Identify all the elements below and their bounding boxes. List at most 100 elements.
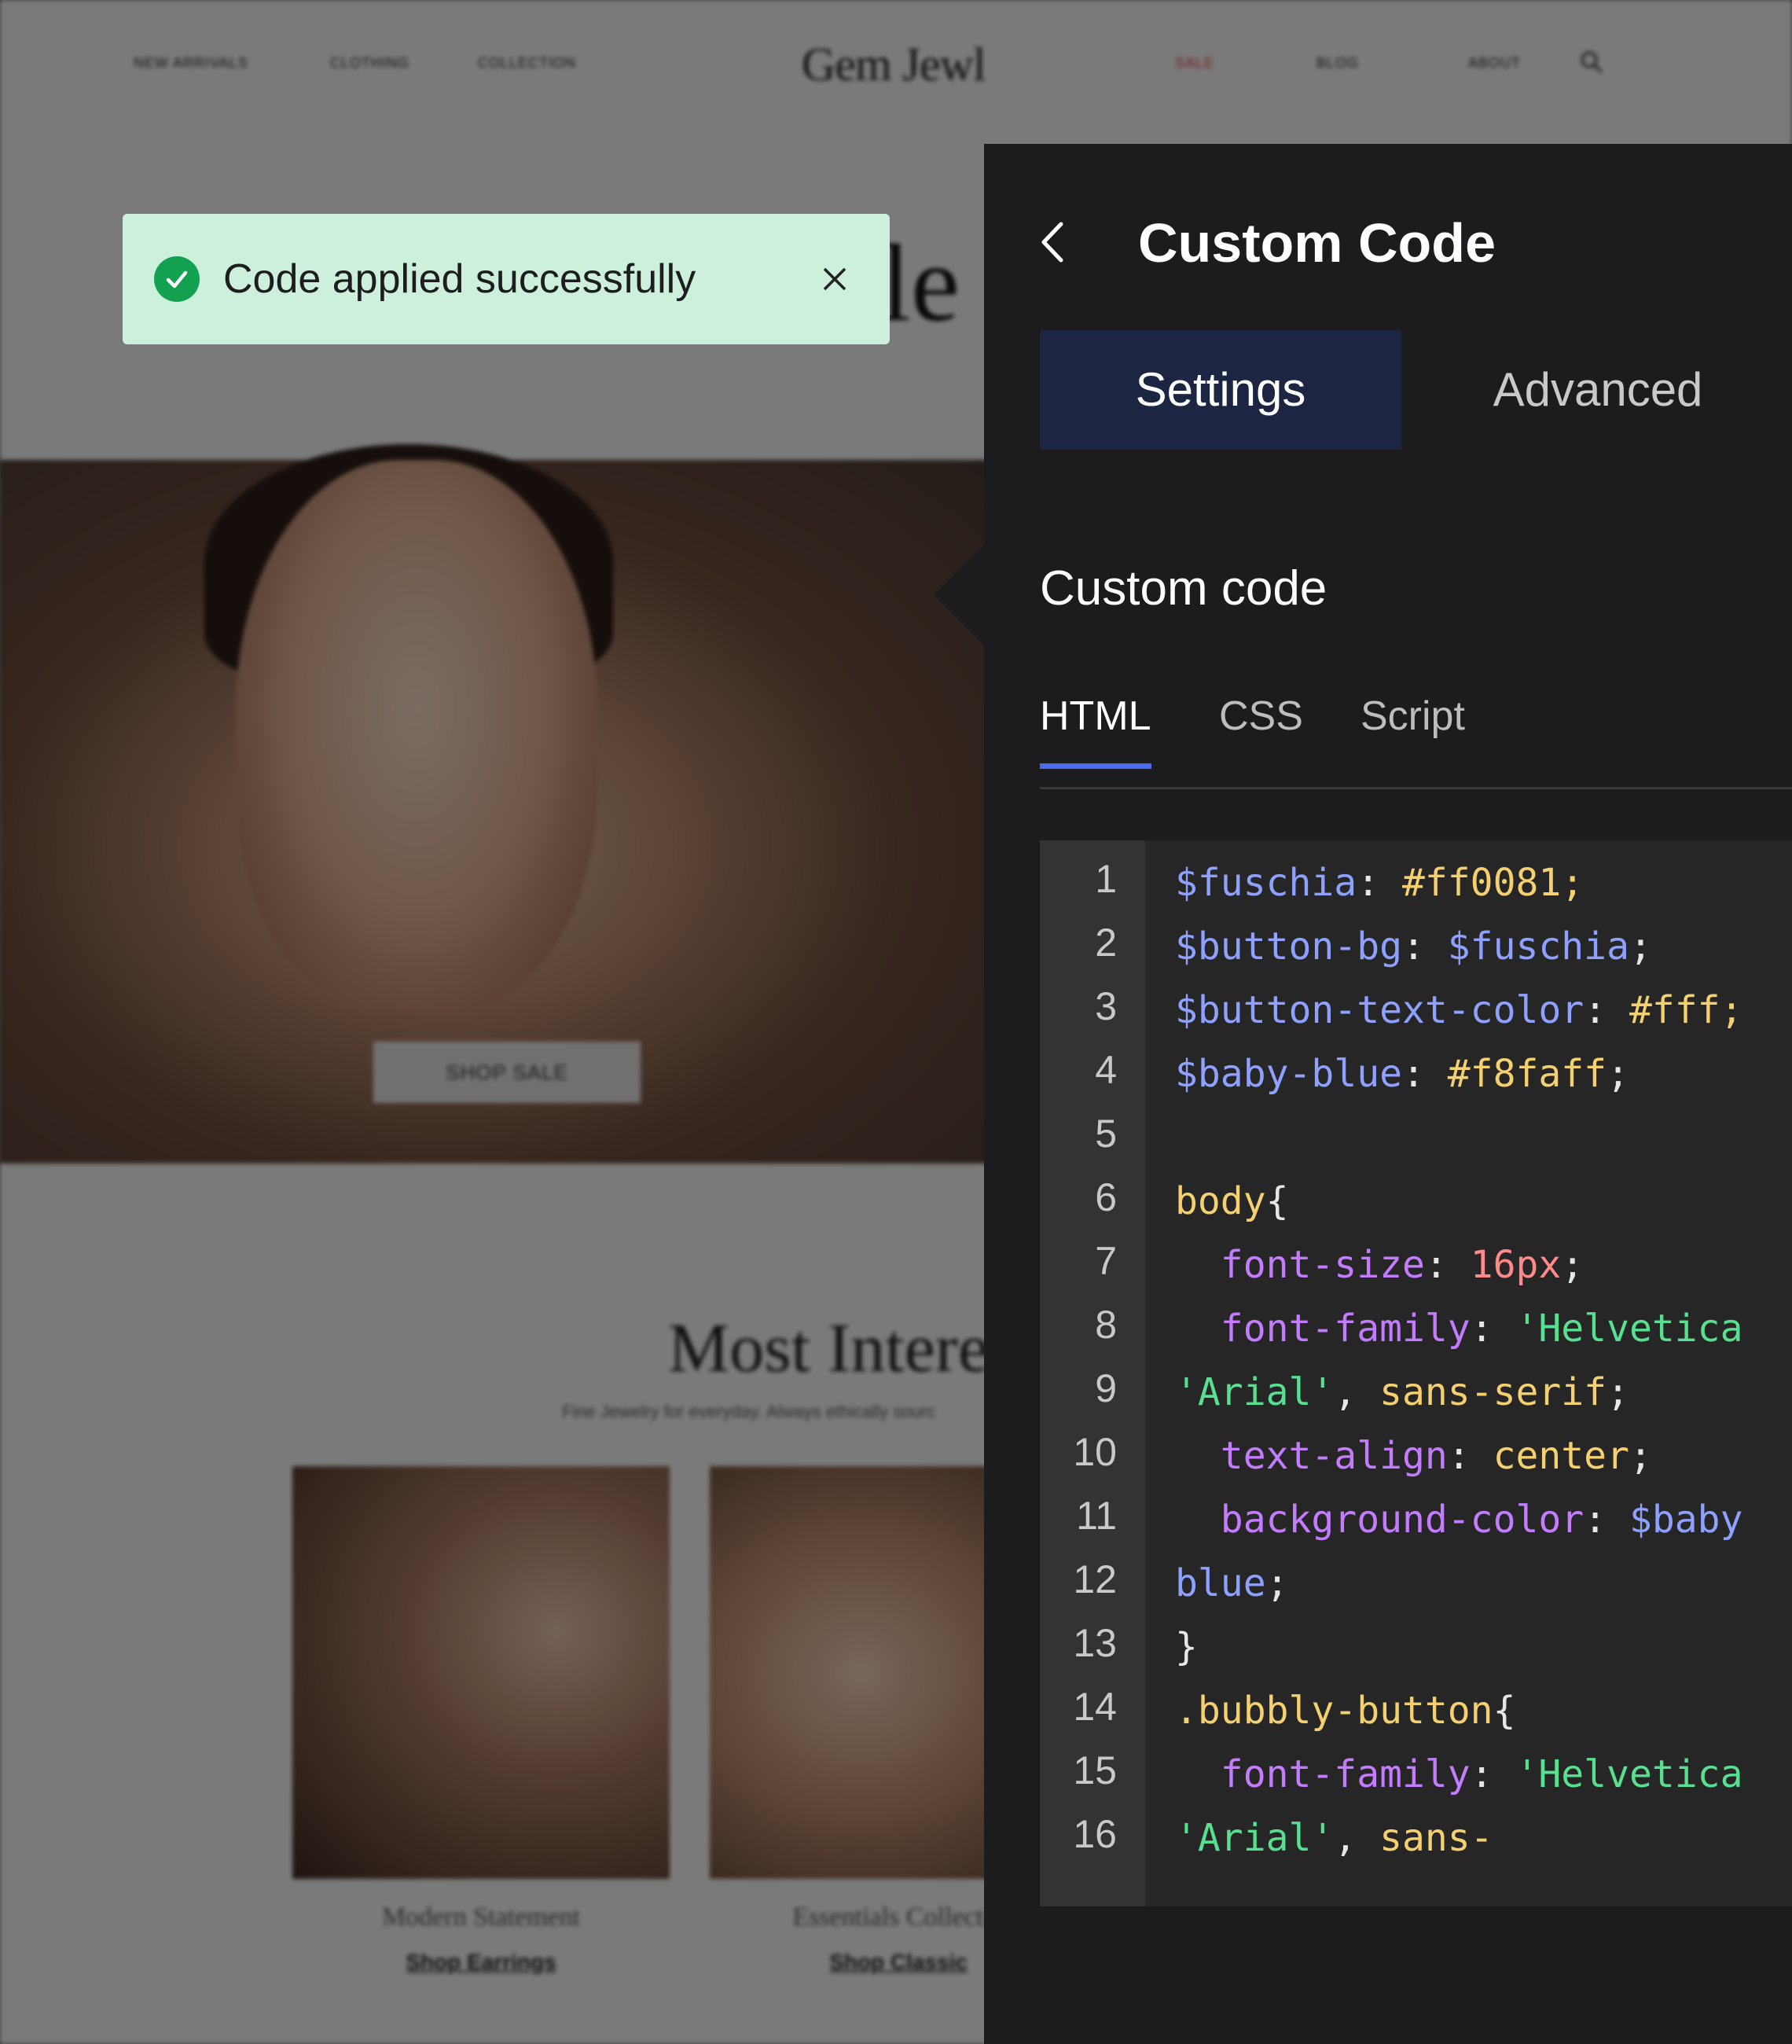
- panel-title: Custom Code: [1138, 212, 1496, 274]
- code-token: 16px: [1470, 1243, 1562, 1287]
- code-line: font-family: 'Helvetica: [1175, 1307, 1743, 1351]
- code-token: #f8faff: [1447, 1052, 1607, 1096]
- line-number: 14: [1073, 1685, 1117, 1729]
- toast-message: Code applied successfully: [223, 256, 696, 302]
- code-token: $fuschia: [1175, 861, 1357, 905]
- code-token: background-color: [1220, 1498, 1585, 1542]
- code-token: sans-: [1379, 1816, 1493, 1860]
- code-token: sans-serif: [1379, 1370, 1607, 1414]
- code-token: body: [1175, 1179, 1266, 1223]
- code-token: .bubbly-button: [1175, 1689, 1493, 1733]
- code-line: $fuschia: #ff0081;: [1175, 861, 1584, 905]
- code-token: ;: [1607, 1052, 1629, 1096]
- code-token: $baby: [1629, 1498, 1743, 1542]
- line-number: 9: [1095, 1366, 1117, 1410]
- code-token: :: [1401, 1052, 1448, 1096]
- code-token: ;: [1629, 925, 1652, 969]
- line-number: 1: [1095, 857, 1117, 901]
- code-line: $baby-blue: #f8faff;: [1175, 1052, 1629, 1096]
- code-token: 'Helvetica: [1515, 1752, 1743, 1796]
- line-number: 2: [1095, 921, 1117, 965]
- line-number: 6: [1095, 1175, 1117, 1219]
- code-token: text-align: [1220, 1434, 1448, 1478]
- panel-pointer: [934, 545, 984, 645]
- code-token: $button-text-color: [1175, 988, 1585, 1032]
- line-number-gutter: 1 2 3 4 5 6 7 8 9 10 11 12 13 14 15 16: [1040, 840, 1145, 1906]
- code-token: }: [1175, 1625, 1198, 1669]
- code-line: $button-bg: $fuschia;: [1175, 925, 1652, 969]
- code-token: :: [1584, 988, 1629, 1032]
- check-circle-icon: [154, 256, 200, 302]
- code-token: center: [1493, 1434, 1629, 1478]
- code-token: $fuschia: [1447, 925, 1629, 969]
- line-number: 11: [1076, 1494, 1117, 1538]
- code-token: 'Arial': [1175, 1370, 1335, 1414]
- code-token: ;: [1607, 1370, 1629, 1414]
- code-token: :: [1357, 861, 1402, 905]
- line-number: 3: [1095, 984, 1117, 1028]
- code-line: body{: [1175, 1179, 1289, 1223]
- line-number: 10: [1073, 1430, 1117, 1474]
- tab-css[interactable]: CSS: [1219, 693, 1303, 740]
- code-token: ;: [1629, 1434, 1652, 1478]
- code-token: 'Helvetica: [1515, 1307, 1743, 1351]
- tab-html[interactable]: HTML: [1040, 693, 1151, 769]
- code-token: $baby-blue: [1175, 1052, 1402, 1096]
- code-line: 'Arial', sans-: [1175, 1816, 1493, 1860]
- line-number: 12: [1073, 1557, 1117, 1601]
- code-line: font-family: 'Helvetica: [1175, 1752, 1743, 1796]
- code-token: :: [1584, 1498, 1629, 1542]
- line-number: 4: [1095, 1048, 1117, 1092]
- code-token: blue: [1175, 1561, 1266, 1605]
- code-token: #ff0081;: [1401, 861, 1585, 905]
- code-line: blue;: [1175, 1561, 1289, 1605]
- line-number: 7: [1095, 1239, 1117, 1283]
- back-button[interactable]: [1031, 215, 1078, 270]
- code-token: $button-bg: [1175, 925, 1402, 969]
- code-line: background-color: $baby: [1175, 1498, 1743, 1542]
- code-editor[interactable]: 1 2 3 4 5 6 7 8 9 10 11 12 13 14 15 16 $fuschia: #ff008…: [1040, 840, 1792, 1906]
- line-number: 5: [1095, 1112, 1117, 1156]
- code-token: 'Arial': [1175, 1816, 1335, 1860]
- code-token: ,: [1334, 1816, 1380, 1860]
- code-token: :: [1470, 1307, 1516, 1351]
- code-line: }: [1175, 1625, 1198, 1669]
- code-token: ,: [1334, 1370, 1380, 1414]
- tab-script[interactable]: Script: [1361, 693, 1465, 740]
- section-label: Custom code: [1040, 561, 1327, 616]
- code-token: {: [1493, 1689, 1516, 1733]
- code-line: $button-text-color: #fff;: [1175, 988, 1742, 1032]
- custom-code-panel: Custom Code Settings Advanced Custom cod…: [984, 144, 1792, 2044]
- code-token: :: [1401, 925, 1448, 969]
- line-number: 16: [1073, 1812, 1117, 1856]
- code-token: ;: [1265, 1561, 1289, 1605]
- panel-tabs: Settings Advanced: [1040, 330, 1792, 450]
- code-token: font-size: [1220, 1243, 1425, 1287]
- code-line: font-size: 16px;: [1175, 1243, 1584, 1287]
- code-token: :: [1470, 1752, 1516, 1796]
- code-token: :: [1447, 1434, 1493, 1478]
- code-line: 'Arial', sans-serif;: [1175, 1370, 1629, 1414]
- line-number: 8: [1095, 1303, 1117, 1347]
- tab-settings[interactable]: Settings: [1040, 330, 1401, 450]
- code-token: :: [1424, 1243, 1471, 1287]
- code-language-tabs: HTML CSS Script: [1040, 693, 1792, 789]
- code-line: .bubbly-button{: [1175, 1689, 1515, 1733]
- line-number: 13: [1073, 1621, 1117, 1665]
- chevron-left-icon: [1041, 222, 1063, 263]
- code-token: #fff;: [1629, 988, 1743, 1032]
- close-icon[interactable]: [811, 256, 858, 303]
- code-token: {: [1265, 1179, 1289, 1223]
- code-line: text-align: center;: [1175, 1434, 1652, 1478]
- success-toast: Code applied successfully: [123, 214, 890, 344]
- code-token: font-family: [1220, 1752, 1471, 1796]
- code-token: font-family: [1220, 1307, 1471, 1351]
- tab-advanced[interactable]: Advanced: [1417, 330, 1779, 450]
- code-token: ;: [1561, 1243, 1585, 1287]
- line-number: 15: [1073, 1748, 1117, 1792]
